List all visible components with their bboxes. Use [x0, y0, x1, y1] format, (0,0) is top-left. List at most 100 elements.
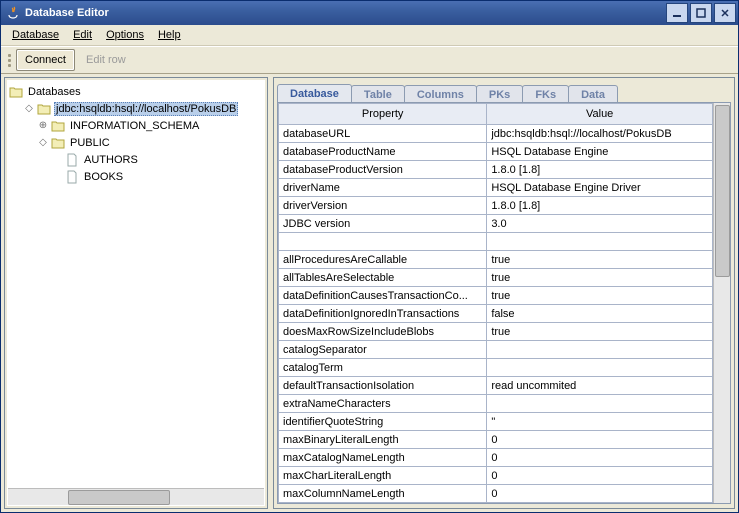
expand-icon[interactable]: ◇ — [22, 103, 36, 114]
value-cell: 0 — [487, 431, 713, 449]
property-cell: dataDefinitionIgnoredInTransactions — [279, 305, 487, 323]
menu-edit[interactable]: Edit — [66, 27, 99, 43]
property-cell: dataDefinitionCausesTransactionCo... — [279, 287, 487, 305]
table-v-scrollbar[interactable] — [713, 103, 730, 503]
table-row[interactable]: identifierQuoteString" — [279, 413, 713, 431]
maximize-button[interactable] — [690, 3, 712, 23]
value-cell: HSQL Database Engine Driver — [487, 179, 713, 197]
property-cell: identifierQuoteString — [279, 413, 487, 431]
table-row[interactable] — [279, 233, 713, 251]
value-cell: 1.8.0 [1.8] — [487, 161, 713, 179]
property-cell: maxBinaryLiteralLength — [279, 431, 487, 449]
value-cell — [487, 395, 713, 413]
property-cell: catalogSeparator — [279, 341, 487, 359]
col-value-header[interactable]: Value — [487, 104, 713, 125]
col-property-header[interactable]: Property — [279, 104, 487, 125]
tree-table[interactable]: · AUTHORS — [8, 151, 264, 168]
connect-button[interactable]: Connect — [16, 49, 75, 71]
table-row[interactable]: databaseProductVersion1.8.0 [1.8] — [279, 161, 713, 179]
property-cell: allTablesAreSelectable — [279, 269, 487, 287]
property-cell: defaultTransactionIsolation — [279, 377, 487, 395]
table-row[interactable]: maxColumnsInGroupBy0 — [279, 503, 713, 504]
table-row[interactable]: databaseProductNameHSQL Database Engine — [279, 143, 713, 161]
value-cell: read uncommited — [487, 377, 713, 395]
table-row[interactable]: maxBinaryLiteralLength0 — [279, 431, 713, 449]
menu-database[interactable]: Database — [5, 27, 66, 43]
table-row[interactable]: allProceduresAreCallabletrue — [279, 251, 713, 269]
table-row[interactable]: defaultTransactionIsolationread uncommit… — [279, 377, 713, 395]
folder-icon — [50, 119, 66, 133]
property-cell: maxColumnsInGroupBy — [279, 503, 487, 504]
tree-schema[interactable]: ⊕ INFORMATION_SCHEMA — [8, 117, 264, 134]
value-cell: 0 — [487, 467, 713, 485]
property-cell: maxColumnNameLength — [279, 485, 487, 503]
table-row[interactable]: driverVersion1.8.0 [1.8] — [279, 197, 713, 215]
tree-table[interactable]: · BOOKS — [8, 168, 264, 185]
table-row[interactable]: catalogTerm — [279, 359, 713, 377]
table-row[interactable]: JDBC version3.0 — [279, 215, 713, 233]
value-cell: false — [487, 305, 713, 323]
table-row[interactable]: catalogSeparator — [279, 341, 713, 359]
tree-root[interactable]: Databases — [8, 83, 264, 100]
value-cell: true — [487, 251, 713, 269]
value-cell: " — [487, 413, 713, 431]
property-cell: allProceduresAreCallable — [279, 251, 487, 269]
window: Database Editor Database Edit Options He… — [0, 0, 739, 513]
value-cell: true — [487, 323, 713, 341]
java-icon — [5, 5, 21, 21]
table-row[interactable]: databaseURLjdbc:hsqldb:hsql://localhost/… — [279, 125, 713, 143]
value-cell: jdbc:hsqldb:hsql://localhost/PokusDB — [487, 125, 713, 143]
expand-icon[interactable]: ◇ — [36, 137, 50, 148]
property-cell: JDBC version — [279, 215, 487, 233]
tree-pane: Databases ◇ jdbc:hsqldb:hsql://localhost… — [4, 77, 268, 509]
table-row[interactable]: doesMaxRowSizeIncludeBlobstrue — [279, 323, 713, 341]
menu-help[interactable]: Help — [151, 27, 188, 43]
menu-options[interactable]: Options — [99, 27, 151, 43]
table-row[interactable]: dataDefinitionIgnoredInTransactionsfalse — [279, 305, 713, 323]
tab-database[interactable]: Database — [277, 84, 352, 103]
property-cell: databaseProductVersion — [279, 161, 487, 179]
content-pane: Databases ◇ jdbc:hsqldb:hsql://localhost… — [1, 74, 738, 512]
edit-row-button: Edit row — [77, 49, 135, 71]
expand-icon[interactable]: ⊕ — [36, 120, 50, 131]
property-cell: driverName — [279, 179, 487, 197]
property-cell: databaseProductName — [279, 143, 487, 161]
tab-body: Property Value databaseURLjdbc:hsqldb:hs… — [277, 102, 731, 504]
tab-strip: Database Table Columns PKs FKs Data — [274, 78, 734, 103]
table-row[interactable]: allTablesAreSelectabletrue — [279, 269, 713, 287]
value-cell — [487, 233, 713, 251]
folder-icon — [8, 85, 24, 99]
value-cell: true — [487, 269, 713, 287]
folder-icon — [36, 102, 52, 116]
property-cell: databaseURL — [279, 125, 487, 143]
table-row[interactable]: dataDefinitionCausesTransactionCo...true — [279, 287, 713, 305]
menu-bar: Database Edit Options Help — [1, 25, 738, 46]
tree-schema[interactable]: ◇ PUBLIC — [8, 134, 264, 151]
tree-connection[interactable]: ◇ jdbc:hsqldb:hsql://localhost/PokusDB — [8, 100, 264, 117]
minimize-button[interactable] — [666, 3, 688, 23]
tree-h-scrollbar[interactable] — [8, 488, 264, 505]
table-row[interactable]: extraNameCharacters — [279, 395, 713, 413]
window-title: Database Editor — [25, 7, 666, 19]
table-row[interactable]: driverNameHSQL Database Engine Driver — [279, 179, 713, 197]
toolbar: Connect Edit row — [1, 46, 738, 74]
value-cell: 0 — [487, 485, 713, 503]
database-tree[interactable]: Databases ◇ jdbc:hsqldb:hsql://localhost… — [8, 81, 264, 488]
value-cell: 0 — [487, 449, 713, 467]
value-cell: true — [487, 287, 713, 305]
property-cell: doesMaxRowSizeIncludeBlobs — [279, 323, 487, 341]
close-button[interactable] — [714, 3, 736, 23]
value-cell — [487, 341, 713, 359]
property-cell: catalogTerm — [279, 359, 487, 377]
table-row[interactable]: maxCatalogNameLength0 — [279, 449, 713, 467]
table-row[interactable]: maxColumnNameLength0 — [279, 485, 713, 503]
toolbar-handle[interactable] — [8, 50, 11, 70]
property-cell: driverVersion — [279, 197, 487, 215]
value-cell: HSQL Database Engine — [487, 143, 713, 161]
detail-pane: Database Table Columns PKs FKs Data Prop… — [273, 77, 735, 509]
property-table: Property Value databaseURLjdbc:hsqldb:hs… — [278, 103, 713, 503]
value-cell: 1.8.0 [1.8] — [487, 197, 713, 215]
value-cell: 3.0 — [487, 215, 713, 233]
table-row[interactable]: maxCharLiteralLength0 — [279, 467, 713, 485]
file-icon — [64, 170, 80, 184]
